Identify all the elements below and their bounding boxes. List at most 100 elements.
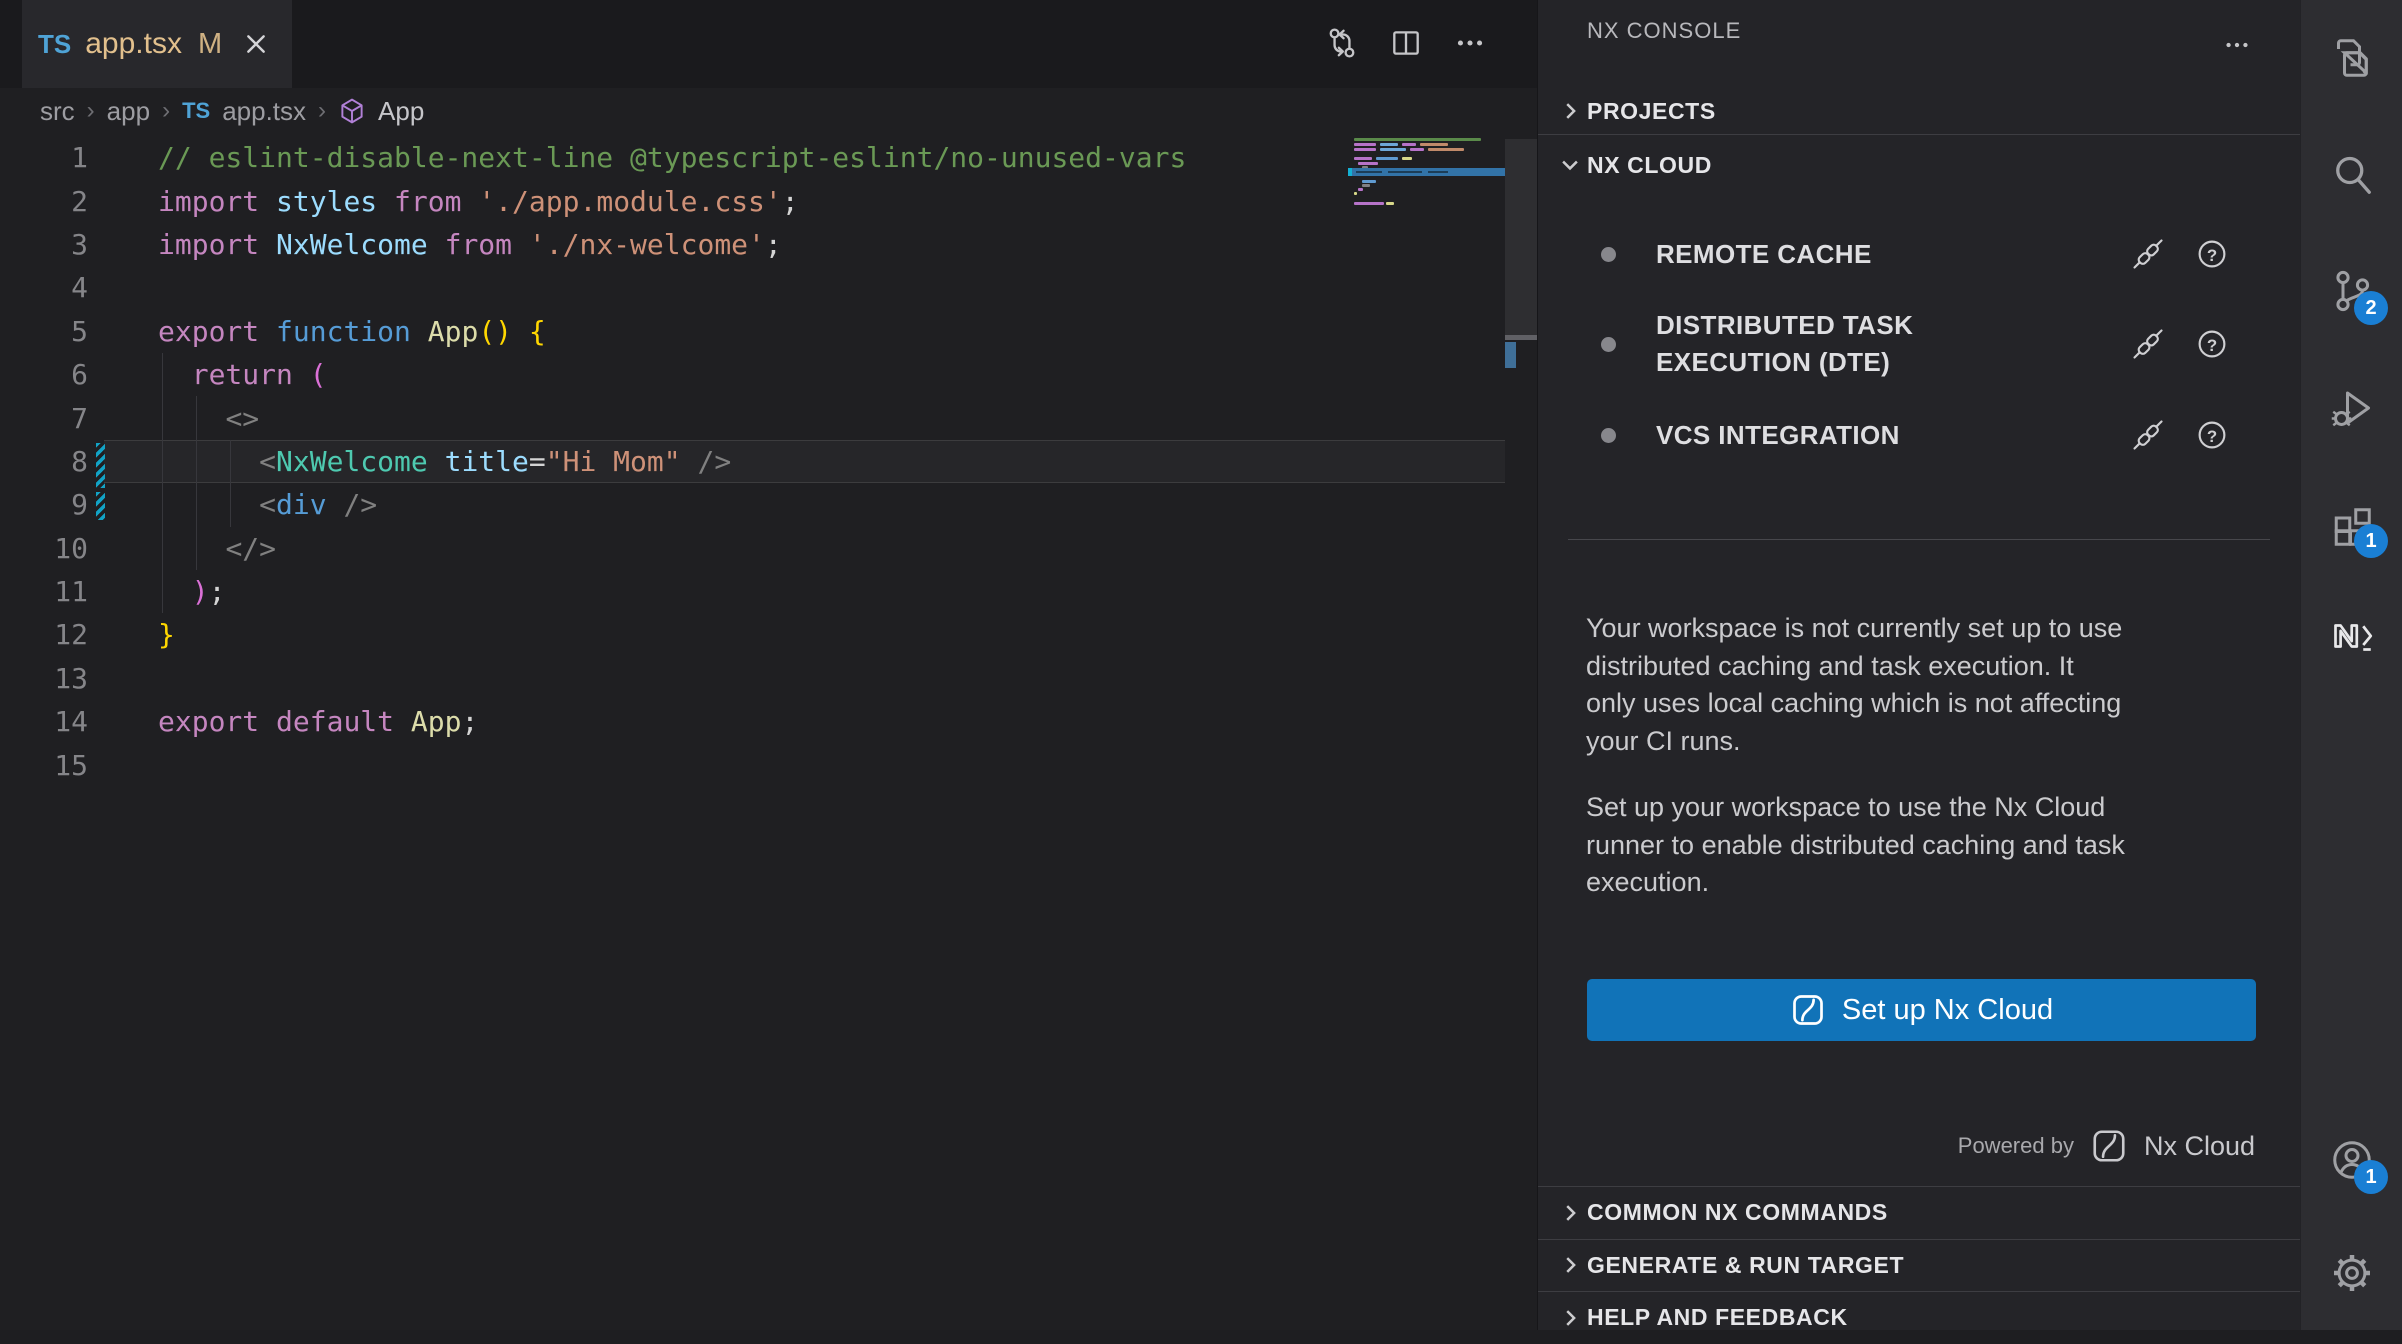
section-label: GENERATE & RUN TARGET [1587,1252,1904,1279]
code-line-14[interactable]: 14 export default App; [0,700,1537,743]
code-line-5[interactable]: 5 export function App() { [0,310,1537,353]
breadcrumb-separator: › [162,97,170,125]
code-text: import styles from './app.module.css'; [158,185,799,218]
git-modified-gutter-stripe [96,443,105,488]
setup-instruction-text: Set up your workspace to use the Nx Clou… [1586,789,2276,902]
line-number: 10 [0,532,88,565]
help-circle-icon[interactable]: ? [2194,236,2230,272]
nx-cloud-brand-label[interactable]: Nx Cloud [2144,1131,2255,1162]
explorer-icon[interactable] [2328,34,2376,82]
connect-plug-icon[interactable] [2130,326,2166,362]
search-icon[interactable] [2328,151,2376,199]
svg-text:?: ? [2207,427,2217,446]
code-line-1[interactable]: 1// eslint-disable-next-line @typescript… [0,136,1537,179]
nx-console-icon[interactable] [2328,612,2376,660]
help-circle-icon[interactable]: ? [2194,417,2230,453]
code-line-8[interactable]: 8 <NxWelcome title="Hi Mom" /> [0,440,1537,483]
line-number: 8 [0,445,88,478]
code-text: export default App; [158,705,478,738]
tab-app-tsx[interactable]: TS app.tsx M [22,0,292,88]
code-line-7[interactable]: 7 <> [0,396,1537,439]
nx-cloud-feature-row: VCS INTEGRATION ? [1538,390,2300,480]
line-number: 12 [0,618,88,651]
breadcrumb: src › app › TS app.tsx › App [40,88,424,134]
code-line-13[interactable]: 13 [0,657,1537,700]
editor-more-actions-icon[interactable] [1453,26,1487,60]
breadcrumb-symbol[interactable]: App [378,96,424,127]
git-modified-gutter-stripe [96,492,105,520]
help-circle-icon[interactable]: ? [2194,326,2230,362]
line-number: 15 [0,749,88,782]
line-number: 1 [0,141,88,174]
split-editor-icon[interactable] [1389,26,1423,60]
source-control-icon[interactable]: 2 [2328,267,2376,315]
sidebar-collapsed-section[interactable]: HELP AND FEEDBACK [1538,1291,2300,1344]
code-area[interactable]: 1// eslint-disable-next-line @typescript… [0,136,1537,787]
run-debug-icon[interactable] [2328,384,2376,432]
nx-cloud-logo-icon [2090,1127,2128,1165]
line-number: 5 [0,315,88,348]
chevron-right-icon [1553,100,1587,122]
code-line-12[interactable]: 12} [0,613,1537,656]
line-number: 13 [0,662,88,695]
connect-plug-icon[interactable] [2130,417,2166,453]
code-line-10[interactable]: 10 </> [0,527,1537,570]
status-dot-icon [1601,247,1616,262]
workspace-status-text: Your workspace is not currently set up t… [1586,610,2276,760]
status-dot-icon [1601,337,1616,352]
divider [1568,539,2270,540]
chevron-right-icon [1553,1254,1587,1276]
section-projects[interactable]: PROJECTS [1538,88,2300,134]
feature-label: VCS INTEGRATION [1656,417,1900,454]
account-icon[interactable]: 1 [2328,1136,2376,1184]
code-text: <NxWelcome title="Hi Mom" /> [158,445,731,478]
code-line-15[interactable]: 15 [0,743,1537,786]
line-number: 11 [0,575,88,608]
code-line-11[interactable]: 11 ); [0,570,1537,613]
svg-text:?: ? [2207,336,2217,355]
tab-modified-badge: M [198,28,222,61]
code-line-6[interactable]: 6 return ( [0,353,1537,396]
code-line-3[interactable]: 3import NxWelcome from './nx-welcome'; [0,223,1537,266]
code-line-9[interactable]: 9 <div /> [0,483,1537,526]
svg-text:?: ? [2207,246,2217,265]
nx-cloud-feature-list: REMOTE CACHE ? DISTRIBUTED TASK EXECUTIO… [1538,210,2300,480]
breadcrumb-file[interactable]: app.tsx [222,96,306,127]
powered-by-label: Powered by [1958,1133,2074,1159]
section-nx-cloud[interactable]: NX CLOUD [1538,135,2300,195]
code-line-2[interactable]: 2 import styles from './app.module.css'; [0,179,1537,222]
line-number: 14 [0,705,88,738]
setup-button-label: Set up Nx Cloud [1842,994,2053,1027]
sidebar-header: NX CONSOLE [1538,0,2300,62]
setup-nx-cloud-button[interactable]: Set up Nx Cloud [1587,979,2256,1041]
section-label: HELP AND FEEDBACK [1587,1304,1848,1331]
feature-label: REMOTE CACHE [1656,236,1872,273]
chevron-right-icon [1553,1307,1587,1329]
breadcrumb-folder[interactable]: app [107,96,150,127]
breadcrumb-separator: › [318,97,326,125]
open-changes-icon[interactable] [1325,26,1359,60]
nx-cloud-feature-row: DISTRIBUTED TASK EXECUTION (DTE) ? [1538,298,2300,390]
extensions-badge: 1 [2354,524,2388,558]
connect-plug-icon[interactable] [2130,236,2166,272]
symbol-cube-icon [338,97,366,125]
extensions-icon[interactable]: 1 [2328,500,2376,548]
code-text: ); [158,575,225,608]
chevron-right-icon [1553,1202,1587,1224]
line-number: 4 [0,271,88,304]
powered-by-row: Powered by Nx Cloud [1958,1120,2255,1172]
line-number: 2 [0,185,88,218]
code-text: export function App() { [158,315,546,348]
code-line-4[interactable]: 4 [0,266,1537,309]
settings-gear-icon[interactable] [2328,1249,2376,1297]
tab-close-icon[interactable] [244,32,268,56]
sidebar-collapsed-section[interactable]: COMMON NX COMMANDS [1538,1186,2300,1239]
sidebar-collapsed-section[interactable]: GENERATE & RUN TARGET [1538,1239,2300,1292]
code-text: return ( [158,358,327,391]
section-label: PROJECTS [1587,98,1716,125]
typescript-file-icon: TS [38,29,71,60]
breadcrumb-folder[interactable]: src [40,96,75,127]
code-lines: 1// eslint-disable-next-line @typescript… [0,136,1537,787]
tab-filename: app.tsx [85,27,182,61]
sidebar-more-actions-icon[interactable] [2222,30,2252,65]
